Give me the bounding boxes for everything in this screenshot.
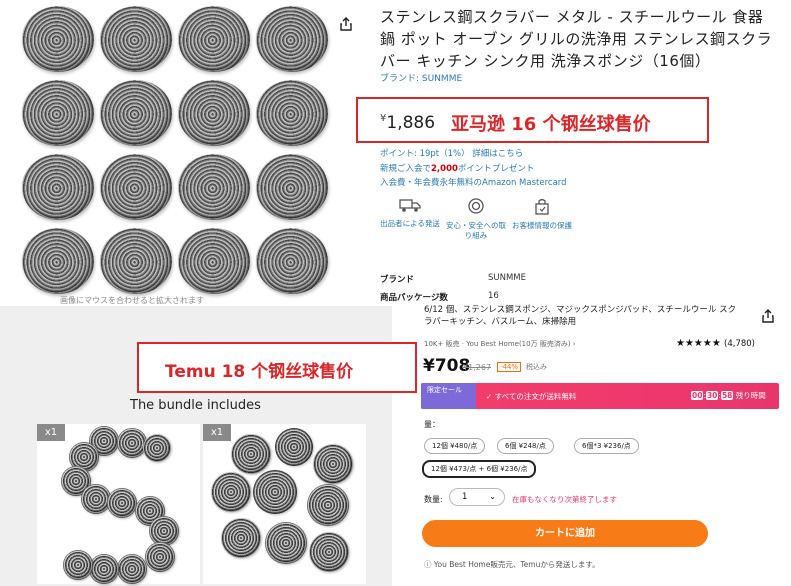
free-shipping-text: ✓ すべての注文が送料無料 xyxy=(486,392,577,401)
product-title: ステンレス鋼スクラバー メタル - スチールウール 食器 鍋 ポット オーブン … xyxy=(380,8,773,70)
steel-wool-image xyxy=(100,154,172,220)
steel-wool-image xyxy=(178,154,250,220)
steel-wool-image xyxy=(22,80,94,146)
steel-wool-coil xyxy=(143,434,171,462)
temu-share-icon[interactable] xyxy=(760,308,776,328)
product-image-gallery[interactable] xyxy=(22,6,334,298)
info-icon: ⓘ xyxy=(424,560,434,569)
steel-wool-coil xyxy=(117,554,147,584)
steel-wool-image xyxy=(100,80,172,146)
add-to-cart-button[interactable]: カートに追加 xyxy=(422,520,708,547)
seller-note: ⓘ You Best Home販売元、Temuから発送します。 xyxy=(424,560,600,569)
steel-wool-coil xyxy=(253,470,297,514)
points-info[interactable]: ポイント: 19pt（1%） 詳細はこちら xyxy=(380,147,523,159)
bundle-qty-badge: x1 xyxy=(203,424,231,441)
steel-wool-coil xyxy=(307,484,349,526)
steel-wool-coil xyxy=(107,488,137,518)
star-icons: ★★★★★ xyxy=(676,338,721,349)
option-6pcs[interactable]: 6個 ¥248/点 xyxy=(497,438,554,454)
steel-wool-coil xyxy=(63,550,93,580)
feature-privacy[interactable]: お客様情報の保護 xyxy=(512,197,572,231)
spec-brand-value: SUNMME xyxy=(488,273,527,283)
steel-wool-image xyxy=(256,6,328,72)
feature-ship-by-seller[interactable]: 出品者による発送 xyxy=(380,197,440,229)
temu-description: 6/12 個、ステンレス鋼スポンジ、マジックスポンジパッド、スチールウール スク… xyxy=(424,305,737,327)
steel-wool-coil xyxy=(309,532,349,572)
quantity-select[interactable]: 1 ⌄ xyxy=(449,488,505,506)
bundle-title: The bundle includes xyxy=(130,398,261,413)
lock-icon xyxy=(535,198,549,215)
truck-icon xyxy=(399,199,421,212)
steel-wool-coil xyxy=(231,434,271,474)
steel-wool-image xyxy=(100,228,172,294)
option-6x3pcs[interactable]: 6個*3 ¥236/点 xyxy=(574,438,639,454)
steel-wool-image xyxy=(22,154,94,220)
discount-badge: -44% xyxy=(497,362,522,372)
share-icon[interactable] xyxy=(338,16,354,36)
steel-wool-image xyxy=(256,228,328,294)
countdown-timer: 00:30:58 残り時間 xyxy=(691,391,766,400)
steel-wool-coil xyxy=(313,444,353,484)
bundle-card-left xyxy=(37,424,200,584)
steel-wool-coil xyxy=(265,522,307,564)
steel-wool-image xyxy=(178,80,250,146)
zoom-hint: 画像にマウスを合わせると拡大されます xyxy=(60,296,204,305)
options-label: 量： xyxy=(424,420,440,429)
steel-wool-image xyxy=(178,228,250,294)
bundle-qty-badge: x1 xyxy=(37,424,65,441)
qty-label: 数量: xyxy=(424,495,443,504)
badge-icon xyxy=(468,198,484,214)
steel-wool-image xyxy=(256,154,328,220)
steel-wool-image xyxy=(178,6,250,72)
brand-link[interactable]: ブランド: SUNMME xyxy=(380,71,462,84)
option-12pcs[interactable]: 12個 ¥480/点 xyxy=(424,438,486,454)
steel-wool-coil xyxy=(117,428,147,458)
promo-line[interactable]: 新規ご入会で2,000ポイントプレゼント xyxy=(380,162,534,174)
spec-package-value: 16 xyxy=(488,291,499,301)
steel-wool-coil xyxy=(149,516,179,546)
steel-wool-coil xyxy=(275,428,313,466)
steel-wool-image xyxy=(22,228,94,294)
option-combo-selected[interactable]: 12個 ¥473/点 + 6個 ¥236/点 xyxy=(422,460,537,478)
temu-price-old: ¥1,267 xyxy=(463,363,491,372)
mastercard-promo[interactable]: 入会費・年会費永年無料のAmazon Mastercard xyxy=(380,176,567,188)
feature-safety[interactable]: 安心・安全への取り組み xyxy=(446,197,506,241)
steel-wool-coil xyxy=(89,554,119,584)
rating[interactable]: ★★★★★ (4,780) xyxy=(676,338,755,349)
amazon-price: ¥1,886 xyxy=(380,113,436,133)
steel-wool-image xyxy=(22,6,94,72)
steel-wool-image xyxy=(256,80,328,146)
temu-seller-line[interactable]: 10K+ 販売 · You Best Home(10万 販売済み) › xyxy=(424,339,576,349)
sale-label: 限定セール xyxy=(421,383,476,409)
temu-price-annotation: Temu 18 个钢丝球售价 xyxy=(165,362,354,382)
steel-wool-coil xyxy=(221,518,261,558)
steel-wool-coil xyxy=(211,472,251,512)
bundle-card-right xyxy=(203,424,366,584)
spec-brand-key: ブランド xyxy=(380,275,415,285)
steel-wool-coil xyxy=(145,542,175,572)
steel-wool-image xyxy=(100,6,172,72)
stock-warning: 在庫もなくなり次第終了します xyxy=(512,495,617,504)
tax-note: 税込み xyxy=(526,363,547,371)
spec-package-key: 商品パッケージ数 xyxy=(380,293,448,303)
amazon-price-annotation: 亚马逊 16 个钢丝球售价 xyxy=(451,114,651,135)
chevron-down-icon: ⌄ xyxy=(489,492,496,501)
